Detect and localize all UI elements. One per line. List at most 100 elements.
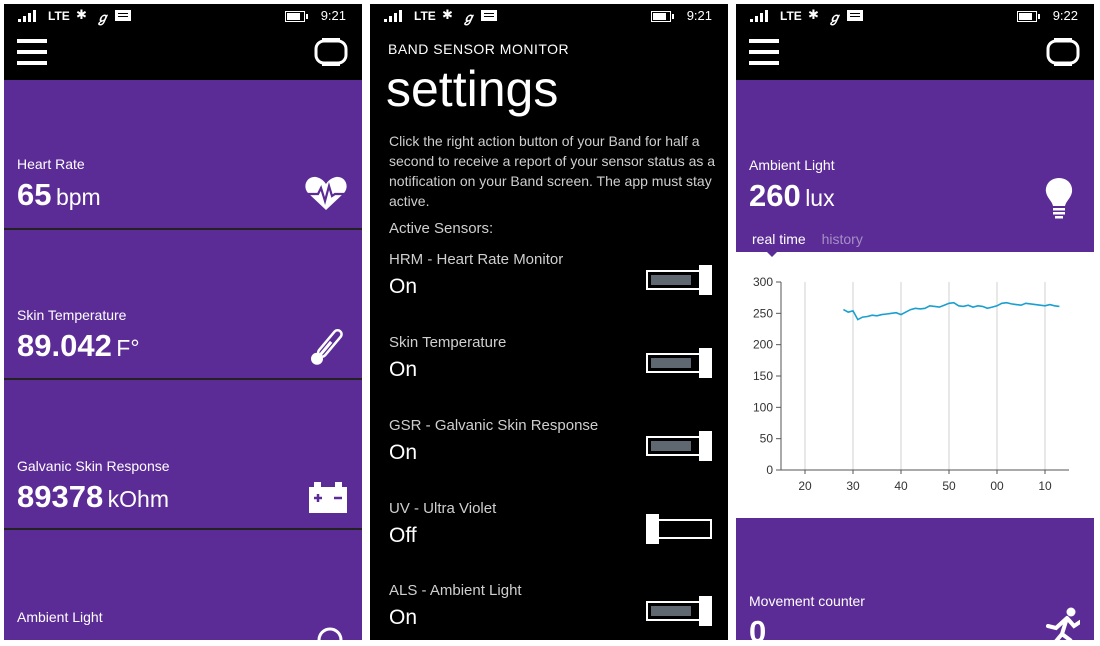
hamburger-menu-icon[interactable] [749, 39, 779, 65]
skin-temperature-toggle[interactable] [646, 348, 712, 378]
status-bar: LTE ✱ ℊ 9:22 [736, 4, 1094, 28]
sensor-state: On [389, 441, 418, 464]
x-tick-label: 20 [798, 479, 812, 493]
heart-rate-unit: bpm [55, 184, 101, 210]
ambient-light-series-line [843, 301, 1060, 321]
sync-icon: ℊ [828, 10, 842, 25]
chart-area: 20 30 40 50 00 10 0 50 100 150 200 250 300 [736, 252, 1094, 514]
ambient-light-chart: 20 30 40 50 00 10050100150200250300 [753, 275, 1069, 493]
skin-temperature-tile[interactable]: Skin Temperature 89.042 F° [4, 230, 362, 378]
heart-rate-value: 65 [17, 177, 52, 212]
toggle-thumb[interactable] [699, 431, 712, 461]
sensor-row-gsr: GSR - Galvanic Skin Response On [389, 417, 714, 487]
tile-label: Skin Temperature [17, 307, 127, 323]
clock: 9:21 [320, 8, 346, 23]
hamburger-menu-icon[interactable] [17, 39, 47, 65]
x-tick-label: 10 [1038, 479, 1052, 493]
movement-label: Movement counter [749, 593, 865, 609]
ambient-light-detail-screen: LTE ✱ ℊ 9:22 Ambient Light 260 lux real … [736, 4, 1094, 640]
y-tick-label: 200 [753, 338, 773, 352]
settings-screen: LTE ✱ ℊ 9:21 BAND SENSOR MONITOR setting… [370, 4, 728, 640]
ambient-light-tile[interactable]: Ambient Light [4, 530, 362, 640]
active-sensors-label: Active Sensors: [389, 220, 494, 237]
signal-icon [18, 10, 40, 22]
settings-description: Click the right action button of your Ba… [389, 133, 716, 209]
ambient-light-header: Ambient Light 260 lux [736, 80, 1094, 252]
sync-icon: ℊ [96, 10, 110, 25]
skin-temperature-value: 89.042 [17, 328, 112, 363]
tile-value: 89.042 F° [17, 328, 140, 364]
hrm-toggle[interactable] [646, 265, 712, 295]
ambient-light-unit: lux [805, 185, 835, 211]
message-icon [847, 10, 863, 21]
status-bar: LTE ✱ ℊ 9:21 [4, 4, 362, 28]
movement-count: 0 [749, 614, 767, 640]
tab-real-time[interactable]: real time [752, 231, 806, 247]
battery-status-icon [651, 11, 674, 22]
heart-rate-icon [305, 176, 347, 210]
movement-counter-tile[interactable]: Movement counter 0 [736, 514, 1094, 640]
network-type: LTE [780, 9, 802, 23]
x-tick-label: 40 [894, 479, 908, 493]
detail-label: Ambient Light [749, 157, 835, 173]
sensor-state: On [389, 606, 418, 629]
tile-label: Ambient Light [17, 609, 103, 625]
toggle-thumb[interactable] [646, 514, 659, 544]
clock: 9:22 [1052, 8, 1078, 23]
toggle-thumb[interactable] [699, 265, 712, 295]
page-title: settings [386, 61, 559, 117]
uv-toggle[interactable] [646, 514, 712, 544]
battery-status-icon [1017, 11, 1040, 22]
x-tick-label: 00 [990, 479, 1004, 493]
sensor-state: On [389, 358, 418, 381]
skin-temperature-unit: F° [116, 335, 140, 361]
gsr-value: 89378 [17, 479, 104, 514]
battery-status-icon [285, 11, 308, 22]
movement-value: 0 [749, 614, 766, 640]
sensor-row-uv: UV - Ultra Violet Off [389, 500, 714, 570]
tab-indicator [762, 247, 782, 257]
thermometer-icon [311, 328, 343, 365]
sensor-row-skin-temperature: Skin Temperature On [389, 334, 714, 404]
status-bar: LTE ✱ ℊ 9:21 [370, 4, 728, 28]
sync-icon: ℊ [462, 10, 476, 25]
tile-label: Galvanic Skin Response [17, 458, 170, 474]
sensor-state: On [389, 275, 418, 298]
sensor-name: UV - Ultra Violet [389, 500, 497, 517]
battery-icon [309, 482, 347, 513]
y-tick-label: 0 [766, 463, 773, 477]
band-icon[interactable] [314, 37, 348, 67]
view-tabs: real time history [752, 231, 863, 247]
message-icon [481, 10, 497, 21]
dashboard-screen: LTE ✱ ℊ 9:21 Heart Rate 65 bpm Skin Temp… [4, 4, 362, 640]
als-toggle[interactable] [646, 596, 712, 626]
y-tick-label: 150 [753, 369, 773, 383]
x-tick-label: 30 [846, 479, 860, 493]
bluetooth-icon: ✱ [808, 7, 819, 22]
y-tick-label: 300 [753, 275, 773, 289]
galvanic-skin-response-tile[interactable]: Galvanic Skin Response 89378 kOhm [4, 380, 362, 528]
network-type: LTE [48, 9, 70, 23]
y-tick-label: 250 [753, 306, 773, 320]
bluetooth-icon: ✱ [442, 7, 453, 22]
signal-icon [750, 10, 772, 22]
app-title: BAND SENSOR MONITOR [388, 41, 570, 57]
gsr-toggle[interactable] [646, 431, 712, 461]
sensor-row-hrm: HRM - Heart Rate Monitor On [389, 251, 714, 321]
heart-rate-tile[interactable]: Heart Rate 65 bpm [4, 80, 362, 228]
lightbulb-icon [1045, 178, 1073, 219]
bluetooth-icon: ✱ [76, 7, 87, 22]
signal-icon [384, 10, 406, 22]
sensor-name: GSR - Galvanic Skin Response [389, 417, 599, 434]
y-tick-label: 50 [760, 432, 774, 446]
network-type: LTE [414, 9, 436, 23]
clock: 9:21 [686, 8, 712, 23]
detail-value: 260 lux [749, 178, 835, 214]
tile-label: Heart Rate [17, 156, 85, 172]
tab-history[interactable]: history [822, 231, 863, 247]
toggle-thumb[interactable] [699, 596, 712, 626]
band-icon[interactable] [1046, 37, 1080, 67]
runner-icon [1046, 607, 1080, 640]
toggle-thumb[interactable] [699, 348, 712, 378]
sensor-state: Off [389, 524, 417, 547]
